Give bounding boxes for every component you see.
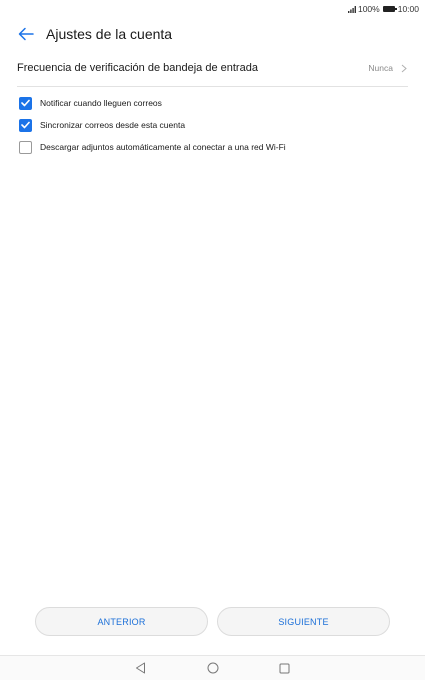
navigation-bar — [0, 655, 425, 680]
sync-label: Sincronizar correos desde esta cuenta — [40, 120, 186, 130]
next-button[interactable]: SIGUIENTE — [217, 607, 390, 636]
triangle-back-icon — [136, 662, 145, 674]
nav-back-button[interactable] — [129, 656, 153, 680]
options-group: Notificar cuando lleguen correos Sincron… — [0, 87, 425, 158]
option-sync-row[interactable]: Sincronizar correos desde esta cuenta — [0, 114, 425, 136]
previous-button[interactable]: ANTERIOR — [35, 607, 208, 636]
battery-icon — [382, 6, 397, 12]
back-button[interactable] — [14, 22, 38, 46]
settings-list: Frecuencia de verificación de bandeja de… — [0, 50, 425, 158]
frequency-setting-row[interactable]: Frecuencia de verificación de bandeja de… — [0, 50, 425, 86]
frequency-value-wrap: Nunca — [368, 63, 407, 73]
frequency-label: Frecuencia de verificación de bandeja de… — [17, 62, 258, 74]
notify-checkbox[interactable] — [19, 96, 32, 110]
download-checkbox[interactable] — [19, 140, 32, 154]
option-notify-row[interactable]: Notificar cuando lleguen correos — [0, 92, 425, 114]
nav-recents-button[interactable] — [273, 656, 297, 680]
nav-home-button[interactable] — [201, 656, 225, 680]
download-label: Descargar adjuntos automáticamente al co… — [40, 142, 286, 152]
page-title: Ajustes de la cuenta — [46, 26, 173, 42]
arrow-left-icon — [18, 27, 34, 41]
checkmark-icon — [21, 99, 30, 107]
checkmark-icon — [21, 121, 30, 129]
status-bar: 100% 10:00 — [0, 0, 425, 18]
chevron-right-icon — [401, 64, 407, 72]
option-download-row[interactable]: Descargar adjuntos automáticamente al co… — [0, 136, 425, 158]
square-recents-icon — [279, 663, 290, 673]
battery-percentage: 100% — [357, 4, 380, 14]
sync-checkbox[interactable] — [19, 118, 32, 132]
frequency-value: Nunca — [368, 63, 393, 73]
signal-icon — [347, 5, 356, 13]
notify-label: Notificar cuando lleguen correos — [40, 98, 162, 108]
clock: 10:00 — [397, 4, 419, 14]
circle-home-icon — [207, 662, 218, 674]
app-bar: Ajustes de la cuenta — [0, 18, 425, 50]
